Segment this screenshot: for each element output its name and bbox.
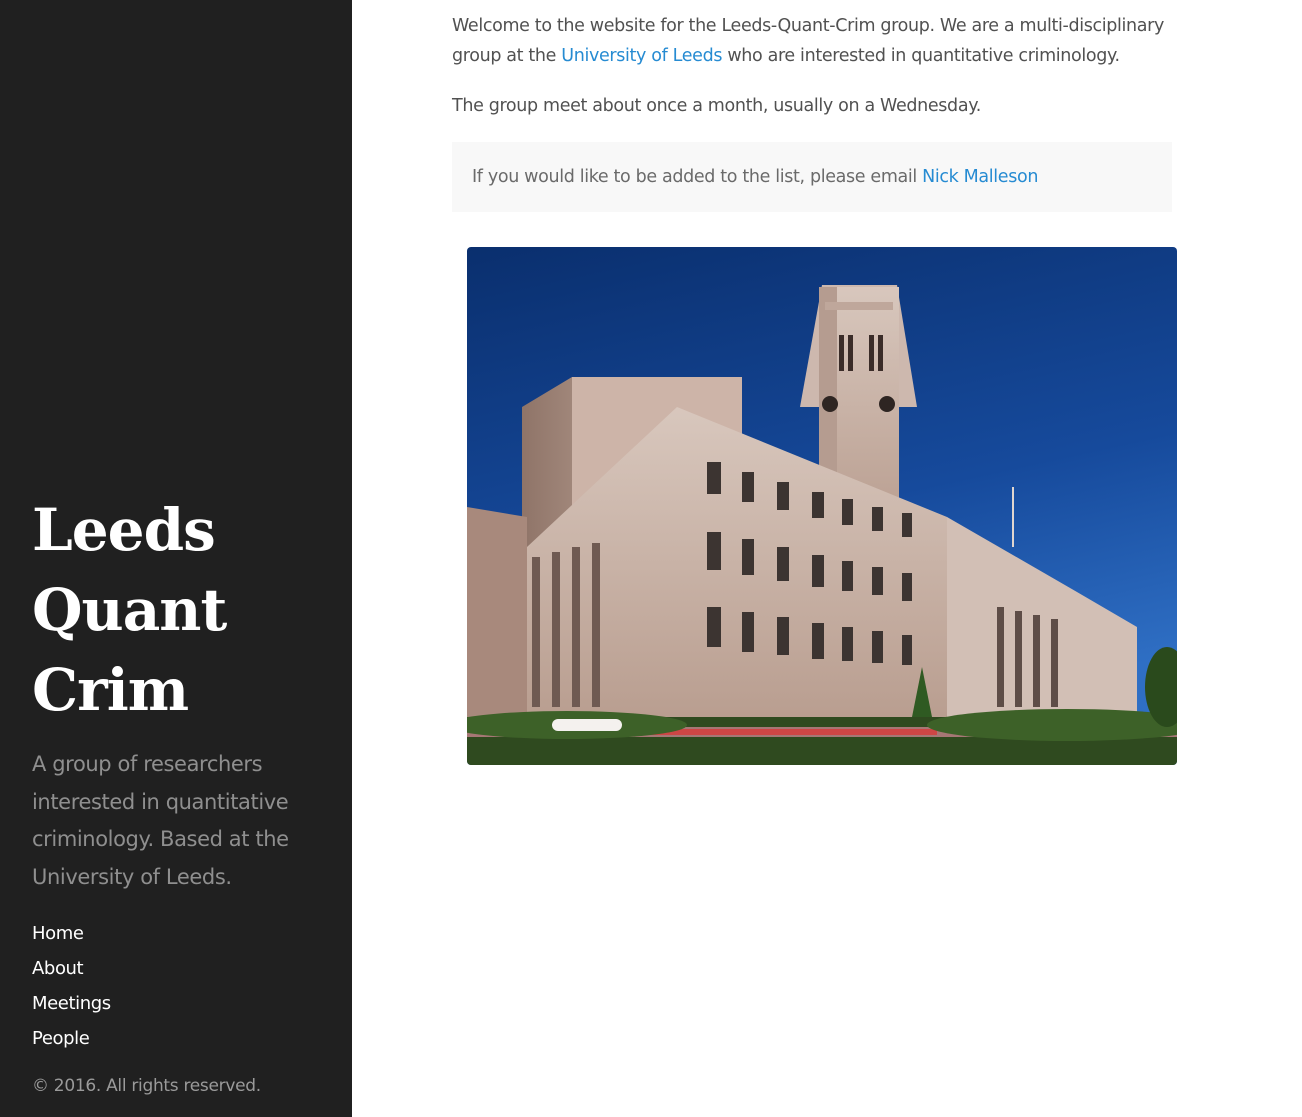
site-description: A group of researchers interested in qua…	[32, 752, 289, 889]
mailing-list-notice: If you would like to be added to the lis…	[452, 142, 1172, 212]
nav-item-home: Home	[32, 918, 111, 953]
sidebar-nav: Home About Meetings People	[32, 918, 111, 1058]
intro-text-after: who are interested in quantitative crimi…	[722, 46, 1120, 66]
meeting-paragraph: The group meet about once a month, usual…	[452, 96, 981, 116]
nav-item-meetings: Meetings	[32, 988, 111, 1023]
site-title-line-1[interactable]: Leeds	[32, 490, 332, 570]
intro-paragraph: Welcome to the website for the Leeds-Qua…	[452, 11, 1177, 71]
site-title-line-3[interactable]: Crim	[32, 650, 332, 730]
site-title-line-2[interactable]: Quant	[32, 570, 332, 650]
nav-link-meetings[interactable]: Meetings	[32, 993, 111, 1014]
university-building-photo	[467, 247, 1177, 765]
nav-item-about: About	[32, 953, 111, 988]
site-title[interactable]: Leeds Quant Crim	[32, 490, 332, 730]
copyright: © 2016. All rights reserved.	[32, 1076, 261, 1096]
nav-item-people: People	[32, 1023, 111, 1058]
nav-link-home[interactable]: Home	[32, 923, 84, 944]
nav-link-people[interactable]: People	[32, 1028, 90, 1049]
nav-link-about[interactable]: About	[32, 958, 84, 979]
notice-text: If you would like to be added to the lis…	[472, 167, 923, 187]
university-link[interactable]: University of Leeds	[561, 46, 722, 66]
sidebar: Leeds Quant Crim A group of researchers …	[0, 0, 352, 1117]
email-contact-link[interactable]: Nick Malleson	[922, 167, 1038, 187]
